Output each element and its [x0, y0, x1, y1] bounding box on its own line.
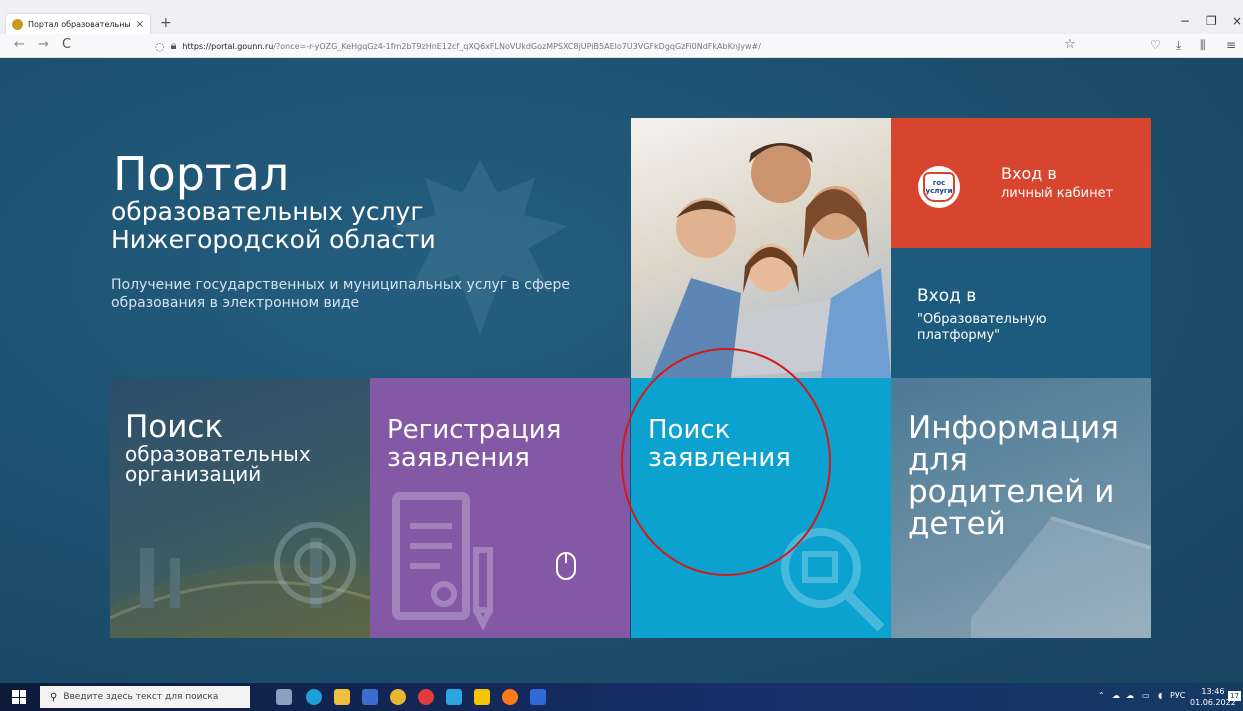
new-tab-button[interactable]: +	[160, 15, 172, 31]
pocket-icon[interactable]: ♡	[1150, 38, 1161, 52]
gosuslugi-logo-text-bottom: услуги	[925, 187, 953, 195]
store-icon[interactable]	[362, 689, 378, 705]
mail-icon[interactable]	[446, 689, 462, 705]
library-icon[interactable]: ⫼	[1200, 38, 1206, 53]
tab-close-icon[interactable]: ×	[136, 19, 144, 30]
search-organizations-title: Поиск	[125, 409, 224, 445]
tab-title: Портал образовательных усл	[28, 19, 131, 29]
shield-icon[interactable]: ◌	[155, 40, 165, 53]
annotation-circle	[621, 348, 831, 576]
page-title: Портал	[113, 147, 290, 201]
application-registration-title: Регистрация заявления	[387, 415, 562, 473]
downloads-icon[interactable]: ⤓	[1176, 38, 1181, 53]
url-text[interactable]: https://portal.gounn.ru/?once=-r-yOZG_Ke…	[182, 42, 760, 51]
family-photo-illustration	[651, 143, 891, 378]
task-view-icon[interactable]	[276, 689, 292, 705]
url-path: /?once=-r-yOZG_KeHgqGz4-1fm2bT9zHnE12cf_…	[273, 41, 761, 51]
photos-icon[interactable]	[530, 689, 546, 705]
firefox-icon[interactable]	[502, 689, 518, 705]
target-icon	[274, 522, 356, 604]
window-restore-button[interactable]: ❐	[1206, 14, 1217, 28]
gosuslugi-login-tile[interactable]: гос услуги Вход в личный кабинет	[891, 118, 1151, 248]
gosuslugi-logo: гос услуги	[918, 166, 960, 208]
notification-count-badge[interactable]: 17	[1228, 691, 1241, 701]
taskbar-search-placeholder: Введите здесь текст для поиска	[63, 692, 219, 702]
windows-start-icon[interactable]	[12, 690, 26, 704]
browser-tabbar: Портал образовательных усл × + − ❐ ×	[0, 0, 1243, 34]
parents-info-tile[interactable]: Информация для родителей и детей	[891, 378, 1151, 638]
volume-icon[interactable]: ◖	[1158, 691, 1162, 700]
document-pencil-icon	[392, 492, 493, 630]
search-icon: ⚲	[50, 691, 58, 703]
chart-app-icon[interactable]	[474, 689, 490, 705]
network-icon[interactable]: ▭	[1142, 691, 1150, 700]
windows-taskbar: ⚲ Введите здесь текст для поиска ⌃ ☁ ☁ ▭…	[0, 683, 1243, 711]
url-bar[interactable]: ◌ 🔒︎ https://portal.gounn.ru/?once=-r-yO…	[155, 36, 1095, 56]
mouse-icon	[556, 552, 576, 580]
page-description: Получение государственных и муниципальны…	[111, 277, 571, 311]
onedrive-icon[interactable]: ☁	[1112, 691, 1120, 700]
site-favicon-icon	[12, 18, 23, 30]
gosuslugi-logo-text-top: гос	[932, 179, 946, 187]
window-close-button[interactable]: ×	[1232, 14, 1242, 28]
yandex-browser-icon[interactable]	[418, 689, 434, 705]
edu-platform-tile-title: Вход в	[917, 286, 977, 306]
edu-platform-tile-subtitle: "Образовательную платформу"	[917, 312, 1047, 343]
application-registration-tile[interactable]: Регистрация заявления	[370, 378, 630, 638]
edu-platform-login-tile[interactable]: Вход в "Образовательную платформу"	[891, 248, 1151, 378]
forward-button[interactable]: →	[38, 37, 49, 52]
taskbar-search-box[interactable]: ⚲ Введите здесь текст для поиска	[40, 686, 250, 708]
window-minimize-button[interactable]: −	[1180, 14, 1190, 28]
gosuslugi-logo-frame: гос услуги	[923, 172, 955, 202]
page-content: Портал образовательных услуг Нижегородск…	[0, 58, 1243, 683]
reload-button[interactable]: C	[62, 37, 71, 52]
gosuslugi-tile-title: Вход в	[1001, 164, 1057, 183]
parents-info-title: Информация для родителей и детей	[908, 410, 1119, 542]
gosuslugi-tile-subtitle: личный кабинет	[1001, 186, 1114, 201]
bookmark-star-icon[interactable]: ☆	[1064, 37, 1076, 52]
url-host: https://portal.gounn.ru	[182, 41, 274, 51]
page-subtitle: образовательных услуг Нижегородской обла…	[111, 197, 436, 254]
search-organizations-tile[interactable]: Поиск образовательных организаций	[110, 378, 370, 638]
search-organizations-subtitle: образовательных организаций	[125, 442, 311, 486]
lock-icon[interactable]: 🔒︎	[171, 39, 177, 53]
file-explorer-icon[interactable]	[334, 689, 350, 705]
browser-navbar: ← → C ◌ 🔒︎ https://portal.gounn.ru/?once…	[0, 34, 1243, 58]
browser-tab-active[interactable]: Портал образовательных усл ×	[6, 14, 150, 34]
menu-icon[interactable]: ≡	[1226, 38, 1236, 52]
cloud-icon[interactable]: ☁	[1126, 691, 1134, 700]
tray-lang[interactable]: РУС	[1170, 691, 1185, 700]
tray-chevron-icon[interactable]: ⌃	[1098, 691, 1105, 700]
family-photo	[631, 118, 891, 378]
back-button[interactable]: ←	[14, 37, 25, 52]
edge-browser-icon[interactable]	[306, 689, 322, 705]
chrome-icon[interactable]	[390, 689, 406, 705]
